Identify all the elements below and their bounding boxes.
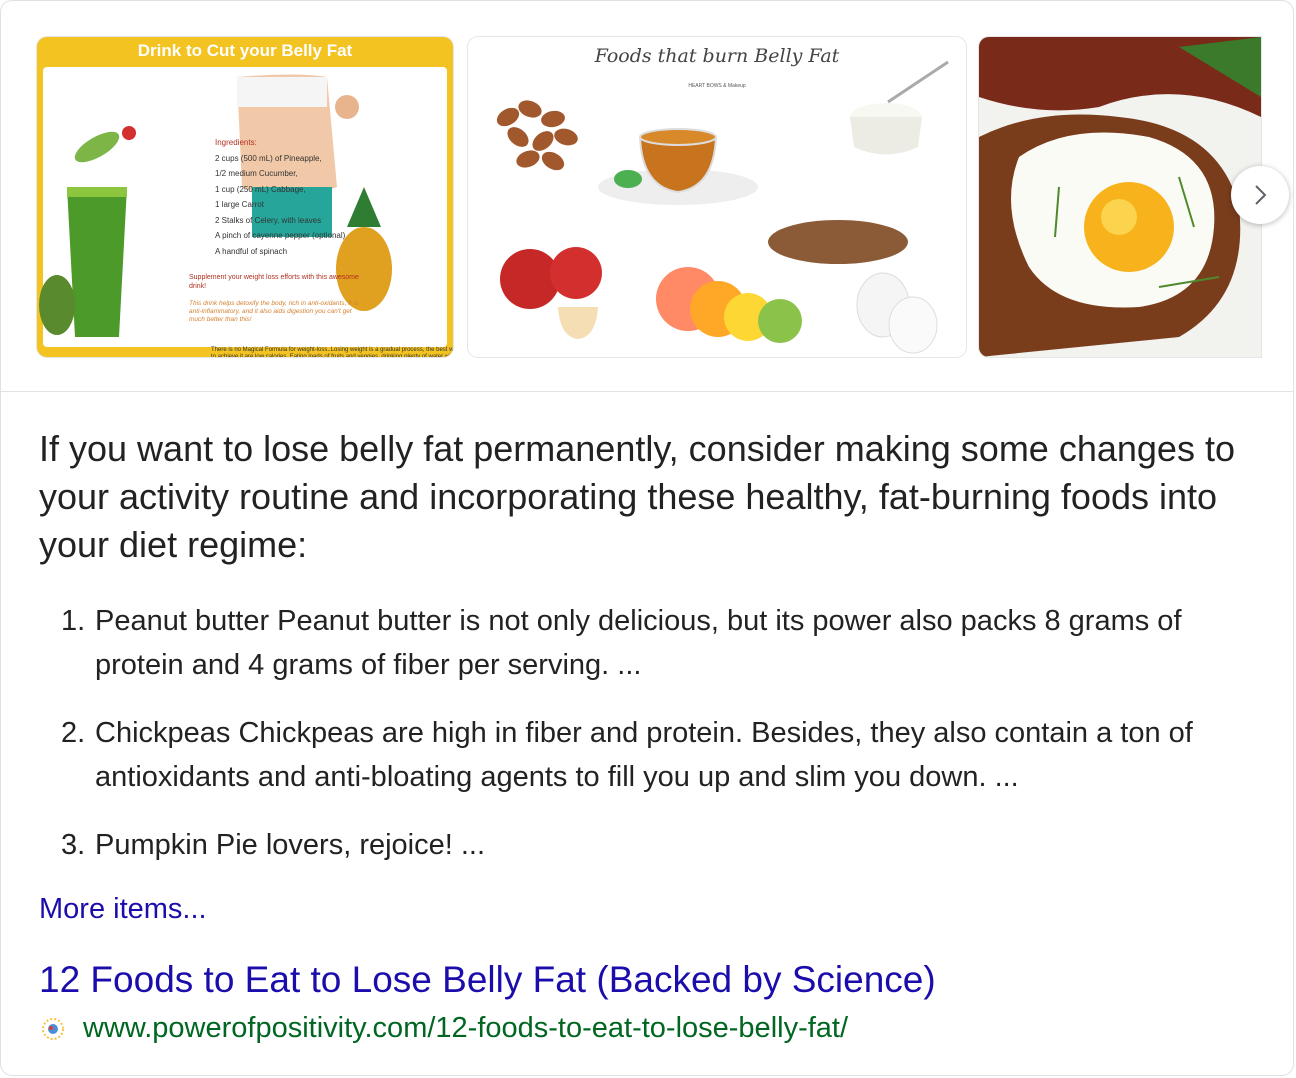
ingredient: A handful of spinach xyxy=(215,246,288,256)
ingredient: A pinch of cayenne pepper (optional) xyxy=(215,231,346,240)
result-url-row: www.powerofpositivity.com/12-foods-to-ea… xyxy=(41,1012,848,1045)
list-item: 1. Peanut butter Peanut butter is not on… xyxy=(39,599,1269,687)
ingredient: 2 cups (500 mL) of Pineapple, xyxy=(215,153,322,163)
list-item-text: Peanut butter Peanut butter is not only … xyxy=(95,605,1182,681)
chevron-right-icon xyxy=(1255,185,1267,205)
ingredients-heading: Ingredients: xyxy=(215,138,257,147)
site-favicon-icon xyxy=(42,1017,64,1040)
list-item-number: 1. xyxy=(61,605,86,637)
more-items-link[interactable]: More items... xyxy=(39,893,207,926)
list-item-number: 2. xyxy=(61,717,86,749)
list-item: 3. Pumpkin Pie lovers, rejoice! ... xyxy=(39,823,1269,867)
snippet-list: 1. Peanut butter Peanut butter is not on… xyxy=(39,599,1269,891)
snippet-intro-text: If you want to lose belly fat permanentl… xyxy=(39,428,1235,565)
featured-snippet-card: Drink to Cut your Belly Fat Ingredients:… xyxy=(0,0,1294,1076)
image-subtitle: HEART BOWS & Makeup xyxy=(688,83,746,89)
image-supplement-text: Supplement your weight loss efforts with… xyxy=(189,274,359,290)
image-footer-text: There is no Magical Formula for weight-l… xyxy=(211,347,453,357)
image-carousel: Drink to Cut your Belly Fat Ingredients:… xyxy=(1,1,1293,392)
list-item-number: 3. xyxy=(61,829,86,861)
ingredients-list: Ingredients: 2 cups (500 mL) of Pineappl… xyxy=(215,135,345,259)
egg-illustration xyxy=(979,37,1261,357)
image-belly-fat-drink[interactable]: Drink to Cut your Belly Fat Ingredients:… xyxy=(37,37,453,357)
result-url[interactable]: www.powerofpositivity.com/12-foods-to-ea… xyxy=(83,1012,848,1045)
list-item: 2. Chickpeas Chickpeas are high in fiber… xyxy=(39,711,1269,799)
list-item-text: Pumpkin Pie lovers, rejoice! ... xyxy=(95,829,486,861)
result-title-link[interactable]: 12 Foods to Eat to Lose Belly Fat (Backe… xyxy=(39,959,936,1001)
ingredient: 2 Stalks of Celery, with leaves xyxy=(215,215,322,225)
carousel-next-button[interactable] xyxy=(1231,166,1289,224)
ingredient: 1/2 medium Cucumber, xyxy=(215,169,298,178)
image-foods-burn-belly-fat[interactable]: Foods that burn Belly Fat HEART BOWS & M… xyxy=(468,37,966,357)
ingredient: 1 cup (250 mL) Cabbage, xyxy=(215,184,306,194)
image-fried-egg[interactable] xyxy=(979,37,1261,357)
list-item-text: Chickpeas Chickpeas are high in fiber an… xyxy=(95,717,1193,793)
ingredient: 1 large Carrot xyxy=(215,200,264,209)
image-title: Foods that burn Belly Fat xyxy=(594,45,840,67)
image-note-text: This drink helps detoxify the body, rich… xyxy=(189,300,358,323)
